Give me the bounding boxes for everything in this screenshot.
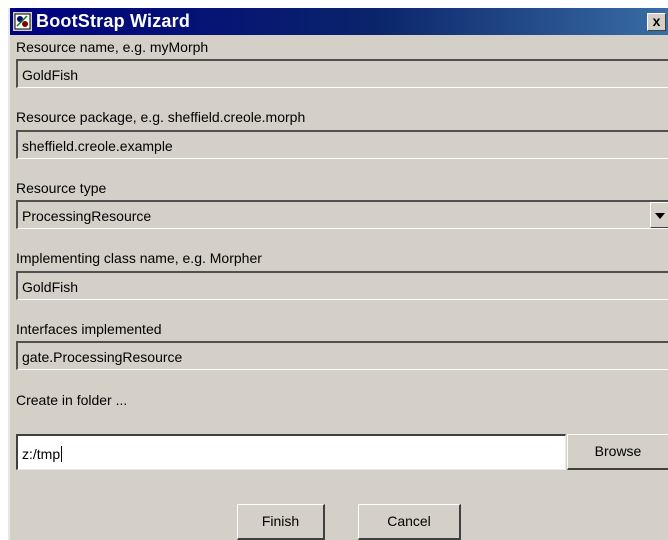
finish-button[interactable]: Finish — [237, 504, 325, 540]
implementing-class-field[interactable]: GoldFish — [16, 271, 668, 300]
resource-package-label: Resource package, e.g. sheffield.creole.… — [16, 109, 306, 125]
folder-input[interactable]: z:/tmp — [16, 434, 566, 470]
browse-button[interactable]: Browse — [567, 434, 668, 470]
resource-package-field[interactable]: sheffield.creole.example — [16, 130, 668, 159]
resource-name-value: GoldFish — [22, 67, 79, 83]
interfaces-value: gate.ProcessingResource — [22, 349, 183, 365]
interfaces-label: Interfaces implemented — [16, 321, 162, 337]
title-bar[interactable]: BootStrap Wizard x — [10, 8, 668, 35]
resource-type-select[interactable]: ProcessingResource — [16, 200, 668, 229]
wizard-window: BootStrap Wizard x Resource name, e.g. m… — [8, 8, 668, 540]
folder-value: z:/tmp — [22, 446, 61, 462]
window-title: BootStrap Wizard — [36, 11, 191, 31]
close-button[interactable]: x — [647, 13, 666, 31]
implementing-class-label: Implementing class name, e.g. Morpher — [16, 250, 262, 266]
text-caret — [61, 446, 63, 462]
interfaces-field[interactable]: gate.ProcessingResource — [16, 341, 668, 370]
resource-name-label: Resource name, e.g. myMorph — [16, 39, 209, 55]
folder-label: Create in folder ... — [16, 392, 128, 408]
resource-type-value: ProcessingResource — [22, 208, 152, 224]
app-icon — [13, 12, 32, 31]
chevron-down-icon[interactable] — [650, 202, 668, 228]
resource-package-value: sheffield.creole.example — [22, 138, 173, 154]
resource-type-label: Resource type — [16, 180, 107, 196]
close-icon: x — [652, 13, 661, 29]
resource-name-field[interactable]: GoldFish — [16, 59, 668, 88]
implementing-class-value: GoldFish — [22, 279, 79, 295]
cancel-button[interactable]: Cancel — [358, 504, 461, 540]
